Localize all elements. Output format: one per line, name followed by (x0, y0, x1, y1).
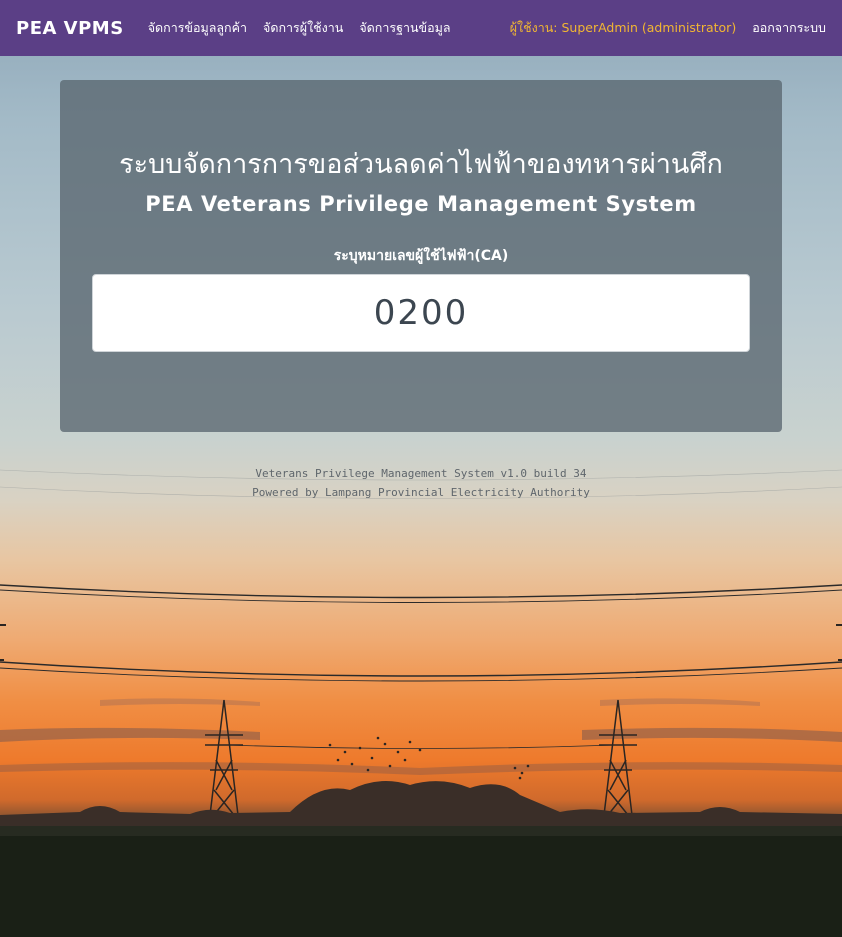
page-title-english: PEA Veterans Privilege Management System (145, 192, 697, 216)
ca-number-input[interactable]: 0200 (92, 274, 750, 352)
left-pylon (205, 699, 243, 816)
footer-powered-by-text: Powered by Lampang Provincial Electricit… (252, 486, 590, 499)
nav-link-customer-data[interactable]: จัดการข้อมูลลูกค้า (148, 18, 247, 38)
nav-link-user-management[interactable]: จัดการผู้ใช้งาน (263, 18, 343, 38)
brand-logo-link[interactable]: PEA VPMS (16, 18, 124, 39)
current-user-link[interactable]: ผู้ใช้งาน: SuperAdmin (administrator) (510, 18, 737, 38)
right-pylon (599, 699, 637, 816)
login-page: PEA VPMS จัดการข้อมูลลูกค้า จัดการผู้ใช้… (0, 0, 842, 937)
footer-version-text: Veterans Privilege Management System v1.… (255, 467, 587, 480)
logout-link[interactable]: ออกจากระบบ (752, 18, 826, 38)
search-panel: ระบบจัดการการขอส่วนลดค่าไฟฟ้าของทหารผ่าน… (60, 80, 782, 432)
page-title-thai: ระบบจัดการการขอส่วนลดค่าไฟฟ้าของทหารผ่าน… (119, 149, 723, 180)
nav-link-database-management[interactable]: จัดการฐานข้อมูล (359, 18, 450, 38)
ca-number-label: ระบุหมายเลขผู้ใช้ไฟฟ้า(CA) (333, 248, 509, 264)
top-navbar: PEA VPMS จัดการข้อมูลลูกค้า จัดการผู้ใช้… (0, 0, 842, 56)
